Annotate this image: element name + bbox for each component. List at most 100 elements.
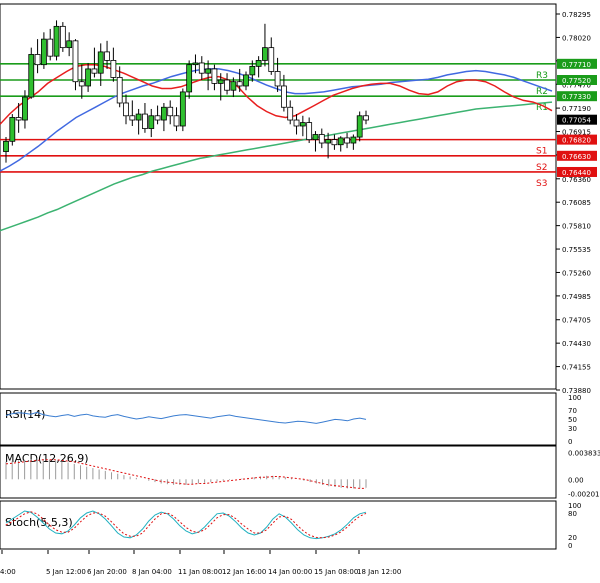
candle-body: [331, 139, 338, 146]
stoch-panel: Stoch(5,5,3) 10080 200: [0, 500, 581, 550]
price-tick-label: 0.76360: [562, 176, 591, 184]
macd-panel: MACD(12,26,9) 0.003833 0.00 -0.002011: [0, 445, 600, 499]
price-tick-label: 0.74985: [562, 293, 591, 301]
rsi-tick-label: 100: [568, 394, 581, 402]
candle-body: [91, 68, 98, 74]
candle-body: [66, 40, 73, 49]
level-tag-label-s1: 0.76820: [562, 137, 591, 145]
candle-body: [116, 77, 123, 104]
level-tag-label-s2: 0.76630: [562, 153, 591, 161]
time-tick-label: 11 Jan 08:00: [178, 568, 222, 576]
rsi-tick-label: 70: [568, 407, 577, 415]
candle-body: [350, 136, 357, 144]
stoch-tick-label: 100: [568, 502, 581, 510]
stoch-tick-label: 0: [568, 542, 572, 550]
candle-body: [167, 106, 174, 117]
candle-body: [205, 68, 212, 74]
price-tick-label: 0.75810: [562, 223, 591, 231]
candle-body: [173, 115, 180, 127]
candle-body: [262, 47, 268, 61]
price-tick-label: 0.74155: [562, 364, 591, 372]
candle-body: [28, 54, 35, 98]
price-tick-label: 0.74705: [562, 317, 591, 325]
candle-body: [110, 60, 117, 78]
candle-body: [72, 40, 79, 83]
candle-body: [211, 68, 218, 84]
macd-tick-label: -0.002011: [568, 490, 600, 498]
stoch-label: Stoch(5,5,3): [5, 516, 73, 529]
candle-body: [249, 65, 256, 76]
candle-body: [312, 134, 319, 141]
candle-body: [15, 117, 22, 121]
price-panel: 0.782950.780200.777450.774700.771900.769…: [0, 3, 597, 395]
candle-body: [160, 106, 167, 121]
level-name-s3: S3: [536, 179, 547, 189]
macd-tick-label: 0.00: [568, 476, 584, 484]
last-price-label: 0.77054: [562, 117, 591, 125]
level-tag-label-r1: 0.77330: [562, 93, 591, 101]
rsi-tick-label: 50: [568, 416, 577, 424]
candle-body: [293, 119, 300, 127]
candle-body: [85, 68, 92, 87]
rsi-tick-label: 0: [568, 438, 572, 446]
price-tick-label: 0.78020: [562, 34, 591, 42]
level-tag-label-s3: 0.76440: [562, 169, 591, 177]
time-axis: 4:00 5 Jan 12:00 6 Jan 20:00 8 Jan 04:00 11 …: [0, 550, 401, 576]
last-price-marker: 0.77054: [557, 114, 597, 125]
candle-body: [337, 137, 344, 146]
price-tick-label: 0.74430: [562, 340, 591, 348]
candle-body: [22, 96, 28, 121]
candle-body: [224, 79, 230, 91]
candle-body: [306, 122, 313, 141]
candle-body: [142, 113, 148, 129]
candle-body: [255, 60, 262, 67]
candle-body: [123, 102, 129, 117]
candle-body: [299, 122, 306, 127]
rsi-panel: RSI(14) 1007050300: [0, 392, 581, 446]
candle-body: [186, 64, 193, 93]
candle-body: [268, 47, 275, 72]
time-tick-label: 18 Jan 12:00: [357, 568, 401, 576]
candle-body: [129, 115, 136, 121]
time-tick-label: 12 Jan 16:00: [222, 568, 266, 576]
candle-body: [148, 115, 155, 129]
candle-body: [274, 71, 281, 87]
stoch-panel-frame: [0, 500, 557, 550]
candle-body: [236, 81, 243, 87]
candle-body: [318, 134, 325, 144]
candle-body: [53, 25, 60, 57]
candle-body: [325, 139, 332, 144]
time-tick-label: 4:00: [0, 568, 16, 576]
candle-body: [179, 91, 186, 127]
time-tick-label: 8 Jan 04:00: [132, 568, 172, 576]
candle-body: [47, 38, 54, 57]
price-tick-label: 0.75535: [562, 246, 591, 254]
candle-body: [192, 62, 199, 66]
price-tick-label: 0.78295: [562, 11, 591, 19]
candle-body: [230, 81, 237, 91]
candle-body: [243, 74, 249, 87]
candle-body: [198, 62, 205, 74]
candle-body: [280, 85, 287, 108]
candle-body: [34, 54, 41, 66]
candle-body: [287, 106, 294, 121]
candle-body: [363, 115, 369, 121]
macd-tick-label: 0.003833: [568, 449, 600, 457]
price-tick-label: 0.76085: [562, 199, 591, 207]
candle-body: [135, 113, 142, 121]
price-tick-label: 0.77190: [562, 105, 591, 113]
candle-body: [154, 115, 161, 121]
time-tick-label: 5 Jan 12:00: [46, 568, 86, 576]
stoch-tick-label: 80: [568, 510, 577, 518]
candle-body: [3, 140, 9, 152]
candle-body: [59, 25, 66, 49]
candle-body: [78, 81, 85, 87]
macd-label: MACD(12,26,9): [5, 452, 89, 465]
time-tick-label: 6 Jan 20:00: [87, 568, 127, 576]
candle-body: [344, 137, 350, 144]
candle-body: [356, 115, 363, 138]
level-tag-label-r3: 0.77710: [562, 61, 591, 69]
candle-body: [40, 38, 47, 66]
candle-body: [97, 51, 104, 74]
rsi-panel-frame: [0, 392, 557, 446]
